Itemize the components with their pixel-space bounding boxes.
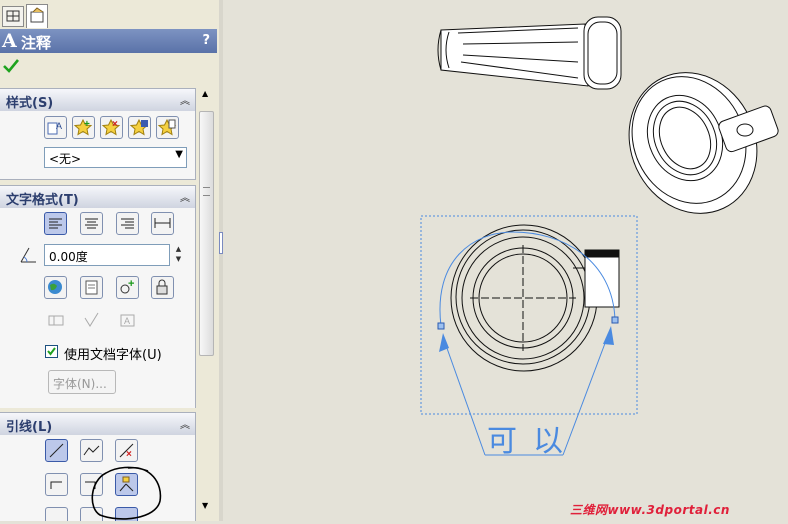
style-section-header[interactable]: 样式(S) ︽	[0, 89, 195, 112]
leader-bent-button[interactable]	[80, 439, 103, 462]
justify-button[interactable]	[151, 212, 174, 235]
svg-text:×: ×	[112, 119, 118, 130]
help-button[interactable]: ?	[202, 33, 210, 48]
svg-text:+: +	[128, 278, 134, 290]
save-style-button[interactable]	[128, 116, 151, 139]
insert-hyperlink-button[interactable]	[80, 276, 103, 299]
angle-icon	[17, 244, 39, 269]
star-delete-icon: ×	[101, 118, 121, 136]
property-manager-icon	[30, 7, 44, 23]
panel-title-bar: A 注释 ?	[0, 29, 217, 53]
svg-text:×: ×	[126, 449, 132, 460]
surface-finish-button[interactable]	[80, 310, 103, 333]
annotation-note[interactable]: 可以	[487, 416, 579, 460]
globe-icon	[48, 280, 62, 294]
svg-text:A: A	[56, 121, 62, 131]
surface-finish-icon	[84, 312, 99, 327]
leader-left-icon	[50, 481, 62, 489]
style-dropdown-value: <无>	[49, 152, 82, 166]
panel-tabs	[0, 0, 219, 28]
section-title: 引线(L)	[6, 420, 53, 435]
leader-section-header[interactable]: 引线(L) ︽	[0, 413, 195, 436]
tab-feature-manager[interactable]	[2, 6, 24, 27]
align-left-button[interactable]	[44, 212, 67, 235]
grip-icon	[203, 187, 210, 196]
angle-input[interactable]: 0.00度	[44, 244, 170, 266]
lock-symbol-button[interactable]	[151, 276, 174, 299]
drawing-canvas[interactable]: 可以	[223, 0, 788, 521]
no-leader-icon: ×	[119, 443, 134, 460]
watermark: 三维网www.3dportal.cn	[570, 503, 730, 517]
checkmark-icon	[47, 347, 56, 356]
justify-icon	[154, 218, 171, 228]
load-style-button[interactable]	[156, 116, 179, 139]
star-save-icon	[129, 118, 149, 136]
checkmark-icon	[3, 59, 20, 73]
no-leader-button[interactable]: ×	[115, 439, 138, 462]
text-format-section-header[interactable]: 文字格式(T) ︽	[0, 186, 195, 209]
leader-extra-1-button[interactable]	[45, 507, 68, 521]
star-load-icon	[157, 118, 177, 136]
use-doc-font-label: 使用文档字体(U)	[64, 348, 162, 363]
angle-spinner[interactable]: ▲ ▼	[172, 244, 185, 266]
text-format-section-body: 0.00度 ▲ ▼ + A 使用文档字体(U) 字体(N)...	[0, 208, 195, 408]
gtol-icon	[48, 315, 64, 326]
collapse-icon: ︽	[180, 420, 190, 431]
dropdown-arrow-icon: ▼	[175, 149, 183, 160]
note-icon: A	[2, 30, 17, 52]
panel-scrollbar[interactable]: ▲ ▼	[198, 86, 216, 516]
align-center-button[interactable]	[80, 212, 103, 235]
apply-style-icon: A	[47, 121, 62, 135]
align-right-button[interactable]	[116, 212, 139, 235]
leader-left-button[interactable]	[45, 473, 68, 496]
leader-straight-icon	[49, 443, 64, 458]
ok-button[interactable]	[3, 58, 20, 77]
apply-style-button[interactable]: A	[44, 116, 67, 139]
tree-icon	[6, 10, 20, 22]
angle-value: 0.00度	[49, 250, 88, 264]
add-style-button[interactable]: +	[72, 116, 95, 139]
style-section: 样式(S) ︽ A + × <无> ▼	[0, 88, 196, 180]
gtol-button[interactable]	[44, 310, 67, 333]
svg-text:A: A	[124, 316, 130, 326]
section-title: 文字格式(T)	[6, 193, 79, 208]
leader-section: 引线(L) ︽ ×	[0, 412, 196, 521]
use-doc-font-checkbox[interactable]	[45, 345, 58, 358]
datum-icon: A	[120, 314, 135, 327]
add-symbol-button[interactable]: +	[116, 276, 139, 299]
svg-text:+: +	[84, 119, 90, 130]
document-link-icon	[85, 280, 98, 295]
volute-front-view	[450, 224, 620, 372]
volute-iso-view	[628, 72, 779, 214]
leader-section-body: ×	[0, 435, 195, 521]
delete-style-button[interactable]: ×	[100, 116, 123, 139]
datum-feature-button[interactable]: A	[116, 310, 139, 333]
nozzle-view	[437, 16, 622, 90]
align-left-icon	[49, 218, 62, 229]
star-add-icon: +	[73, 118, 93, 136]
panel-title: 注释	[21, 34, 52, 52]
section-title: 样式(S)	[6, 96, 54, 111]
leader-straight-button[interactable]	[45, 439, 68, 462]
scroll-up-icon: ▲	[202, 89, 209, 98]
style-dropdown[interactable]: <无> ▼	[44, 147, 187, 168]
align-right-icon	[121, 218, 134, 229]
link-to-property-button[interactable]	[44, 276, 67, 299]
font-button-label: 字体(N)...	[53, 377, 107, 391]
collapse-icon: ︽	[180, 193, 190, 204]
font-button[interactable]: 字体(N)...	[48, 370, 116, 394]
align-center-icon	[85, 218, 98, 229]
text-format-section: 文字格式(T) ︽ 0.00度 ▲ ▼ + A 使用文档字体(U) 字体(N).…	[0, 185, 196, 408]
collapse-icon: ︽	[180, 96, 190, 107]
property-manager-panel: A 注释 ? 样式(S) ︽ A + × <无> ▼ 文字格式(T) ︽ 0.0…	[0, 0, 220, 521]
leader-bent-icon	[83, 445, 100, 456]
symbol-add-icon: +	[120, 278, 134, 294]
style-section-body: A + × <无> ▼	[0, 111, 195, 179]
scroll-down-icon: ▼	[202, 501, 209, 510]
tab-property-manager[interactable]	[26, 4, 48, 28]
scrollbar-thumb[interactable]	[199, 111, 214, 356]
lock-icon	[156, 279, 168, 295]
hand-drawn-circle-mark	[91, 466, 162, 520]
